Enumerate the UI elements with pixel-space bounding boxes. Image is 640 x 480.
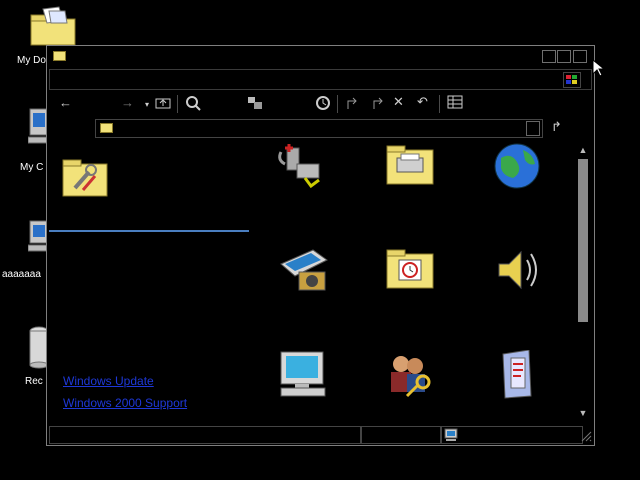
folder-options-icon[interactable] (499, 350, 539, 400)
scroll-up-arrow-icon[interactable]: ▲ (576, 144, 590, 157)
forward-arrow-icon[interactable]: → (121, 96, 134, 110)
maximize-button[interactable] (557, 50, 571, 63)
undo-icon[interactable]: ↶ (417, 95, 428, 109)
toolbar-separator (177, 95, 178, 113)
my-computer-zone-icon (444, 428, 458, 441)
control-panel-window: ← → ▾ ✕ ↶ ↱ Windows Update Windows 2000 … (46, 45, 595, 446)
windows-update-link[interactable]: Windows Update (63, 374, 154, 388)
address-input[interactable] (95, 119, 543, 138)
window-folder-icon (53, 51, 66, 61)
scanners-cameras-icon[interactable] (277, 246, 331, 294)
move-to-icon[interactable] (345, 95, 361, 114)
folder-documents-icon (30, 6, 76, 46)
desktop-label: Rec (25, 376, 43, 387)
copy-to-icon[interactable] (371, 95, 387, 114)
toolbar-separator (439, 95, 440, 113)
mouse-cursor-icon (592, 59, 604, 77)
status-pane-zone (441, 426, 583, 444)
status-bar (49, 426, 592, 444)
address-bar: ↱ (49, 117, 592, 139)
toolbar-separator (337, 95, 338, 113)
toolbar: ← → ▾ ✕ ↶ (49, 92, 592, 116)
status-pane-size (361, 426, 441, 444)
desktop-label: aaaaaaa (2, 269, 41, 280)
address-folder-icon (100, 123, 113, 133)
title-bar[interactable] (47, 46, 594, 67)
internet-options-globe-icon[interactable] (493, 142, 543, 190)
desktop-label: My C (20, 162, 44, 173)
up-folder-icon[interactable] (155, 95, 171, 112)
search-icon[interactable] (185, 95, 201, 114)
close-button[interactable] (573, 50, 587, 63)
views-icon[interactable] (447, 95, 463, 112)
history-icon[interactable] (315, 95, 331, 114)
address-dropdown-button[interactable] (526, 121, 540, 136)
windows-2000-support-link[interactable]: Windows 2000 Support (63, 396, 187, 410)
scroll-down-arrow-icon[interactable]: ▼ (576, 407, 590, 420)
sounds-multimedia-icon[interactable] (493, 246, 543, 294)
printers-folder-icon[interactable] (385, 144, 435, 186)
folders-icon[interactable] (247, 95, 263, 114)
users-passwords-icon[interactable] (385, 352, 435, 398)
add-remove-hardware-icon[interactable] (277, 142, 329, 188)
delete-icon[interactable]: ✕ (393, 95, 404, 109)
admin-tools-folder-icon (62, 159, 108, 197)
scrollbar-thumb[interactable] (578, 159, 588, 322)
go-arrow-icon[interactable]: ↱ (551, 120, 562, 134)
desktop-label: My Do (17, 55, 46, 66)
back-arrow-icon[interactable]: ← (59, 96, 72, 110)
content-pane: Windows Update Windows 2000 Support (49, 142, 575, 424)
minimize-button[interactable] (542, 50, 556, 63)
status-pane-main (49, 426, 361, 444)
scheduled-tasks-folder-icon[interactable] (385, 248, 435, 290)
dropdown-chevron-icon[interactable]: ▾ (145, 98, 149, 112)
windows-logo-icon (563, 72, 581, 88)
resize-grip-icon[interactable] (580, 430, 592, 442)
menu-bar (49, 69, 592, 90)
display-monitor-icon[interactable] (277, 350, 329, 400)
panel-divider (49, 230, 249, 232)
